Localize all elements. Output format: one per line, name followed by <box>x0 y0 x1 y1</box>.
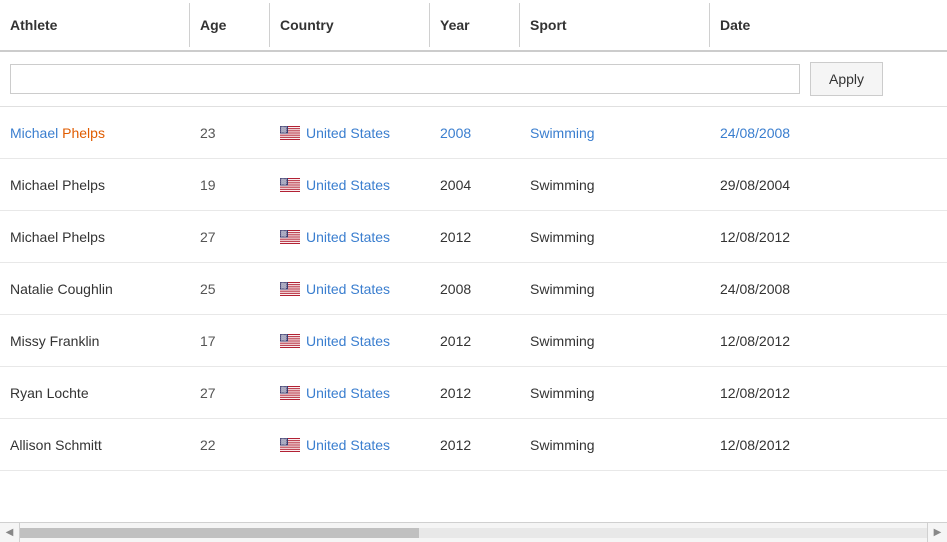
scroll-right-arrow[interactable]: ▶ <box>927 523 947 542</box>
cell-date: 12/08/2012 <box>710 217 870 257</box>
cell-age: 25 <box>190 269 270 309</box>
cell-year: 2012 <box>430 425 520 465</box>
us-flag-icon <box>280 334 300 348</box>
cell-athlete: Missy Franklin <box>0 321 190 361</box>
cell-country: United States <box>270 269 430 309</box>
cell-age: 27 <box>190 373 270 413</box>
cell-athlete: Michael Phelps <box>0 217 190 257</box>
athlete-first-name: Michael <box>10 125 58 141</box>
cell-sport: Swimming <box>520 373 710 413</box>
athlete-full-name: Natalie Coughlin <box>10 281 113 297</box>
cell-year: 2004 <box>430 165 520 205</box>
cell-athlete: Allison Schmitt <box>0 425 190 465</box>
cell-year: 2008 <box>430 113 520 153</box>
cell-date: 12/08/2012 <box>710 373 870 413</box>
athlete-full-name: Michael Phelps <box>10 229 105 245</box>
table-row: Michael Phelps23 United States2008Swimmi… <box>0 107 947 159</box>
athlete-last-name: Phelps <box>62 125 105 141</box>
cell-athlete: Michael Phelps <box>0 113 190 153</box>
cell-date: 29/08/2004 <box>710 165 870 205</box>
cell-date: 12/08/2012 <box>710 321 870 361</box>
athlete-full-name: Michael Phelps <box>10 177 105 193</box>
table-body[interactable]: Michael Phelps23 United States2008Swimmi… <box>0 107 947 522</box>
cell-country: United States <box>270 113 430 153</box>
cell-athlete: Ryan Lochte <box>0 373 190 413</box>
cell-country: United States <box>270 321 430 361</box>
col-header-athlete: Athlete <box>0 3 190 47</box>
cell-sport: Swimming <box>520 113 710 153</box>
cell-year: 2012 <box>430 217 520 257</box>
us-flag-icon <box>280 126 300 140</box>
rows-container: Michael Phelps23 United States2008Swimmi… <box>0 107 947 471</box>
cell-sport: Swimming <box>520 269 710 309</box>
country-name: United States <box>306 281 390 297</box>
filter-input[interactable] <box>10 64 800 94</box>
cell-country: United States <box>270 217 430 257</box>
country-name: United States <box>306 333 390 349</box>
cell-year: 2008 <box>430 269 520 309</box>
table-row: Michael Phelps 27 United States 2012Swimmi… <box>0 211 947 263</box>
country-name: United States <box>306 125 390 141</box>
cell-age: 22 <box>190 425 270 465</box>
cell-age: 19 <box>190 165 270 205</box>
cell-year: 2012 <box>430 321 520 361</box>
cell-sport: Swimming <box>520 321 710 361</box>
cell-age: 17 <box>190 321 270 361</box>
table-row: Allison Schmitt 22 United States 2012Swimm… <box>0 419 947 471</box>
cell-age: 27 <box>190 217 270 257</box>
athlete-full-name: Missy Franklin <box>10 333 99 349</box>
cell-country: United States <box>270 425 430 465</box>
col-header-date: Date <box>710 3 870 47</box>
athlete-full-name: Ryan Lochte <box>10 385 89 401</box>
cell-date: 24/08/2008 <box>710 269 870 309</box>
country-name: United States <box>306 177 390 193</box>
filter-row: Apply <box>0 52 947 107</box>
us-flag-icon <box>280 386 300 400</box>
cell-country: United States <box>270 373 430 413</box>
cell-country: United States <box>270 165 430 205</box>
cell-sport: Swimming <box>520 165 710 205</box>
table-header: Athlete Age Country Year Sport Date <box>0 0 947 52</box>
data-grid: Athlete Age Country Year Sport Date Appl… <box>0 0 947 542</box>
col-header-country: Country <box>270 3 430 47</box>
athlete-full-name: Allison Schmitt <box>10 437 102 453</box>
col-header-age: Age <box>190 3 270 47</box>
cell-sport: Swimming <box>520 217 710 257</box>
table-row: Natalie Coughlin 25 United States 2008Swim… <box>0 263 947 315</box>
us-flag-icon <box>280 178 300 192</box>
apply-button[interactable]: Apply <box>810 62 883 96</box>
scroll-left-arrow[interactable]: ◀ <box>0 523 20 542</box>
cell-athlete: Michael Phelps <box>0 165 190 205</box>
country-name: United States <box>306 229 390 245</box>
country-name: United States <box>306 385 390 401</box>
horizontal-scrollbar[interactable]: ◀ ▶ <box>0 522 947 542</box>
h-scroll-thumb <box>20 528 419 538</box>
us-flag-icon <box>280 282 300 296</box>
cell-year: 2012 <box>430 373 520 413</box>
cell-date: 24/08/2008 <box>710 113 870 153</box>
us-flag-icon <box>280 230 300 244</box>
h-scroll-track[interactable] <box>20 528 927 538</box>
cell-age: 23 <box>190 113 270 153</box>
table-row: Michael Phelps 19 United States 2004Swimmi… <box>0 159 947 211</box>
col-header-year: Year <box>430 3 520 47</box>
us-flag-icon <box>280 438 300 452</box>
cell-date: 12/08/2012 <box>710 425 870 465</box>
country-name: United States <box>306 437 390 453</box>
col-header-sport: Sport <box>520 3 710 47</box>
cell-sport: Swimming <box>520 425 710 465</box>
table-row: Ryan Lochte 27 United States 2012Swimming1… <box>0 367 947 419</box>
table-row: Missy Franklin 17 United States 2012Swimmi… <box>0 315 947 367</box>
cell-athlete: Natalie Coughlin <box>0 269 190 309</box>
